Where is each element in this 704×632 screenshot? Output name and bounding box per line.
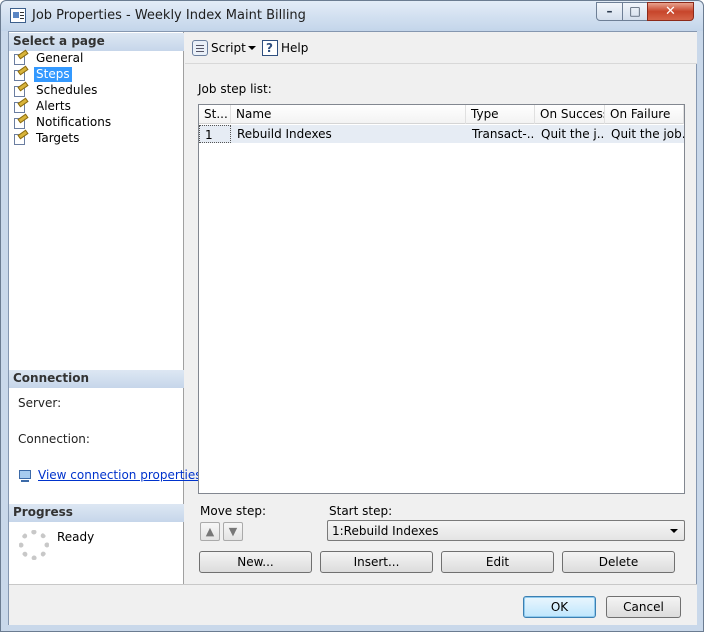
connection-label: Connection: [18,432,90,446]
start-step-select[interactable]: 1:Rebuild Indexes [327,520,685,541]
wrench-page-icon [14,49,29,66]
page-label: Schedules [36,83,98,97]
page-label: Steps [34,67,72,82]
select-page-header: Select a page [9,33,184,51]
help-button[interactable]: Help [262,40,312,58]
job-step-list[interactable]: St... Name Type On Success On Failure 1 … [198,104,685,494]
view-connection-properties-link[interactable]: View connection properties [38,468,201,482]
left-panel: Select a page General Steps Schedules Al… [9,32,201,584]
wrench-page-icon [14,129,29,146]
cancel-button[interactable]: Cancel [606,596,681,618]
move-down-button[interactable]: ▼ [223,522,243,541]
maximize-button[interactable]: □ [622,2,648,21]
page-label: Alerts [36,99,71,113]
maximize-icon: □ [629,4,641,18]
column-on-failure[interactable]: On Failure [605,105,684,124]
move-up-button[interactable]: ▲ [200,522,220,541]
arrow-down-icon: ▼ [228,525,238,538]
progress-header: Progress [9,504,184,522]
insert-button[interactable]: Insert... [320,551,433,573]
cell-name: Rebuild Indexes [237,127,332,141]
column-step[interactable]: St... [199,105,231,124]
help-icon [262,40,278,56]
start-step-label: Start step: [329,504,393,518]
arrow-up-icon: ▲ [205,525,215,538]
start-step-value: 1:Rebuild Indexes [332,524,439,538]
dialog-client: Select a page General Steps Schedules Al… [8,31,697,625]
close-button[interactable]: ✕ [647,2,694,21]
edit-button[interactable]: Edit [441,551,554,573]
minimize-button[interactable]: – [596,2,623,21]
progress-status: Ready [57,530,95,544]
progress-spinner-icon [19,530,49,560]
dialog-button-bar: OK Cancel [9,584,697,625]
script-label: Script [211,41,246,55]
table-row[interactable]: 1 Rebuild Indexes Transact-... Quit the … [199,125,684,143]
job-properties-window: Job Properties - Weekly Index Maint Bill… [0,0,704,632]
page-label: Targets [36,131,80,145]
connection-properties-icon [18,469,34,483]
connection-header: Connection [9,370,184,388]
wrench-page-icon [14,113,29,130]
app-icon [10,8,26,23]
minimize-icon: – [606,4,613,18]
column-on-success[interactable]: On Success [535,105,605,124]
wrench-page-icon [14,65,29,82]
script-button[interactable]: Script [192,40,262,58]
cell-type: Transact-... [472,127,535,141]
script-icon [192,40,208,56]
ok-button[interactable]: OK [523,596,596,618]
script-dropdown-arrow-icon[interactable] [248,46,256,50]
page-label: General [36,51,84,65]
view-connection-properties[interactable]: View connection properties [18,468,201,483]
move-step-label: Move step: [200,504,266,518]
cell-step: 1 [199,125,231,143]
server-label: Server: [18,396,62,410]
chevron-down-icon [670,529,678,533]
page-label: Notifications [36,115,112,129]
column-name[interactable]: Name [231,105,466,124]
wrench-page-icon [14,97,29,114]
job-step-list-label: Job step list: [198,82,272,96]
delete-button[interactable]: Delete [562,551,675,573]
toolbar: Script Help [185,32,697,64]
column-type[interactable]: Type [466,105,535,124]
cell-on-success: Quit the j... [541,127,605,141]
cell-on-failure: Quit the job... [611,127,684,141]
close-icon: ✕ [665,4,676,19]
title-bar[interactable]: Job Properties - Weekly Index Maint Bill… [1,1,703,31]
wrench-page-icon [14,81,29,98]
window-title: Job Properties - Weekly Index Maint Bill… [32,8,306,23]
list-header: St... Name Type On Success On Failure [199,105,684,124]
new-button[interactable]: New... [199,551,312,573]
help-label: Help [281,41,309,55]
